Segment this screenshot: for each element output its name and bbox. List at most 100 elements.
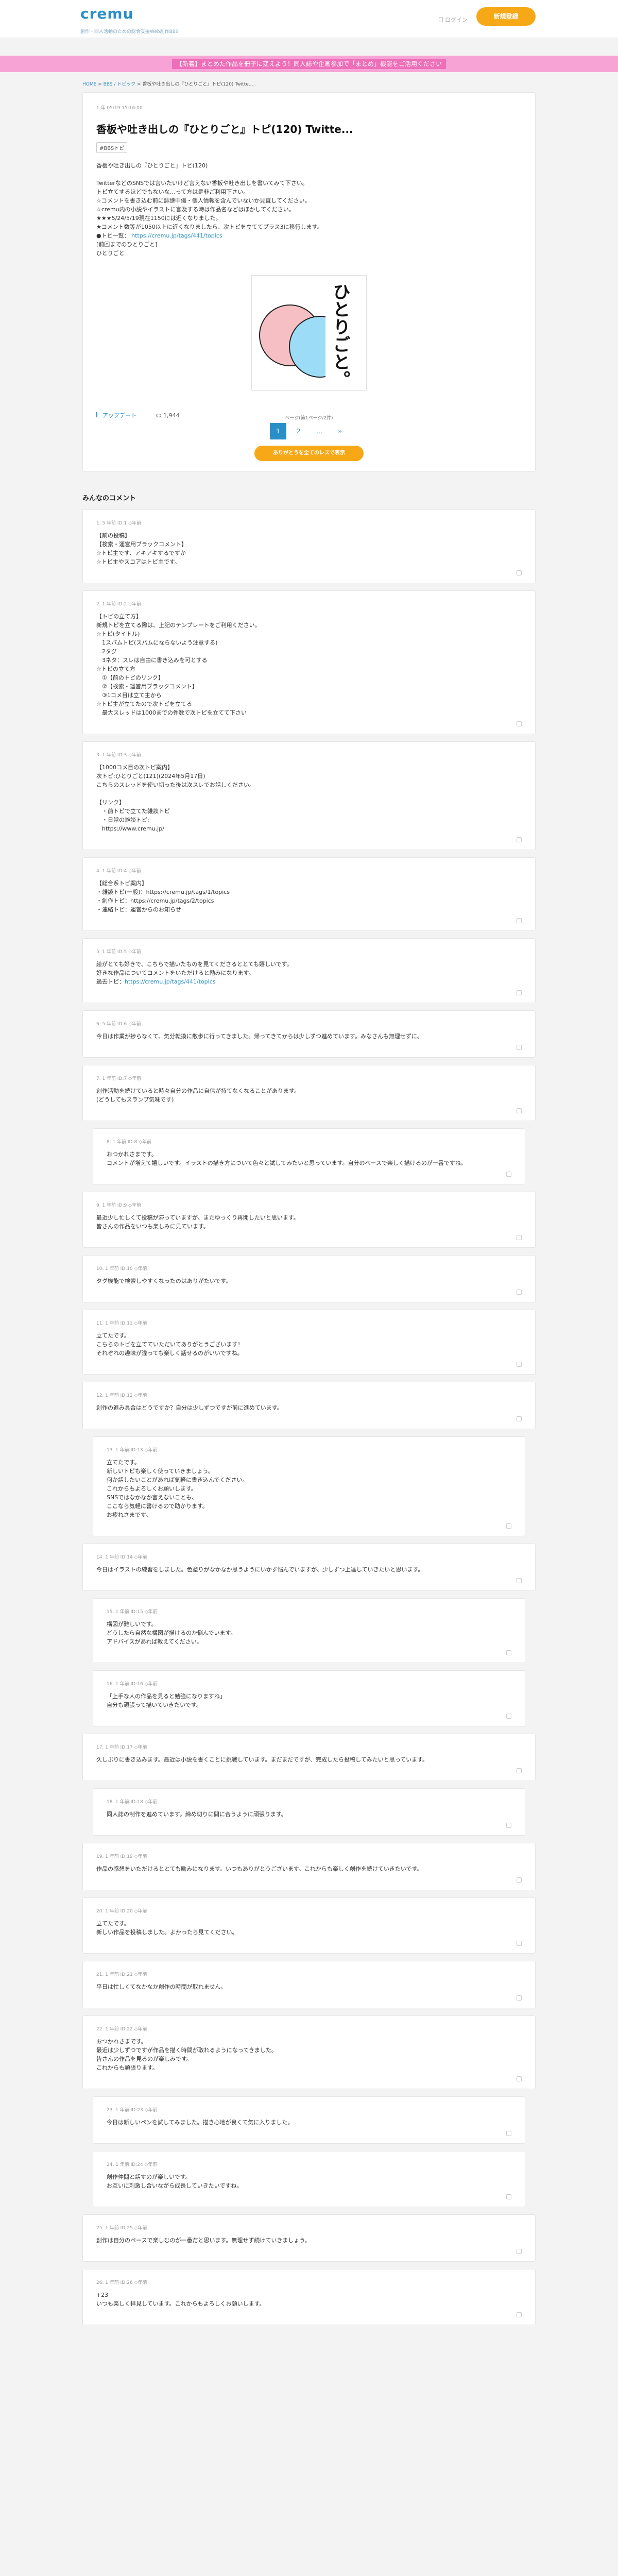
more-options-icon[interactable] [506,2131,511,2136]
comment-text: 同人誌の制作を進めています。締め切りに間に合うように頑張ります。 [107,1811,287,1818]
comment-card: 7. 1 年前 ID:7 ◇年前 創作活動を続けていると時々自分の作品に自信が持て… [82,1065,536,1121]
more-options-icon[interactable] [517,1995,522,2001]
comment-body: 【1000コメ目の次トピ案内】 次トピ:ひとりごと(121)(2024年5月17… [96,763,522,833]
comment-text: 立てたです。 新しい作品を投稿しました。よかったら見てください。 [96,1920,238,1936]
login-link[interactable]: ログイン [439,15,468,24]
comment-footer [107,1519,511,1529]
more-options-icon[interactable] [517,1045,522,1050]
more-options-icon[interactable] [517,1768,522,1773]
comment-card: 21. 1 年前 ID:21 ◇年前 平日は忙しくてなかなか創作の時間が取れません… [82,1961,536,2008]
comment-text: 今日はイラストの練習をしました。色塗りがなかなか思うようにいかず悩んでいますが、… [96,1566,424,1573]
more-options-icon[interactable] [517,1290,522,1295]
more-options-icon[interactable] [517,1108,522,1113]
comment-meta: 17. 1 年前 ID:17 ◇年前 [96,1745,147,1750]
comment-text: 立てたです。 新しいトピも楽しく使っていきましょう。 何か話したいことがあれば気… [107,1459,248,1518]
like-label: アップデート [102,412,136,419]
topic-tag[interactable]: #BBSトピ [96,142,128,153]
comment-text: 「上手な人の作品を見ると勉強になりますね」 自分も頑張って描いていきたいです。 [107,1693,226,1708]
comment-meta: 8. 1 年前 ID:8 ◇年前 [107,1140,152,1145]
comment-footer [107,2190,511,2199]
more-options-icon[interactable] [517,2249,522,2254]
more-options-icon[interactable] [506,1714,511,1719]
comment-link[interactable]: https://cremu.jp/tags/441/topics [125,978,216,985]
comment-text: おつかれさまです。 最近は少しずつですが作品を描く時間が取れるようになってきまし… [96,2038,277,2071]
page-next[interactable]: » [332,423,348,439]
more-options-icon[interactable] [517,2312,522,2317]
breadcrumb-home[interactable]: HOME [82,82,96,87]
more-options-icon[interactable] [517,1578,522,1583]
comment-text: +23 いつも楽しく拝見しています。これからもよろしくお願いします。 [96,2292,265,2307]
comment-footer [96,1231,522,1240]
more-options-icon[interactable] [506,1823,511,1828]
comment-body: 創作仲間と話すのが楽しいです。 お互いに刺激し合いながら成長していきたいですね。 [107,2173,511,2190]
like-button[interactable]: アップデート [96,411,136,419]
comment-footer [96,1937,522,1946]
comment-card: 18. 1 年前 ID:18 ◇年前 同人誌の制作を進めています。締め切りに間に合… [93,1788,525,1836]
comment-footer [96,2308,522,2317]
more-options-icon[interactable] [517,2076,522,2081]
more-options-icon[interactable] [517,1235,522,1240]
more-options-icon[interactable] [517,570,522,575]
comment-text: 久しぶりに書き込みます。最近は小説を書くことに挑戦しています。まだまだですが、完… [96,1756,428,1763]
comment-footer [96,1041,522,1050]
site-tagline: 創作・同人活動のための総合支援Web創作BBS [80,29,179,35]
topics-link[interactable]: https://cremu.jp/tags/441/topics [131,232,222,239]
more-options-icon[interactable] [506,2194,511,2199]
comment-footer [96,2072,522,2081]
more-options-icon[interactable] [517,721,522,726]
comment-card: 5. 1 年前 ID:5 ◇年前 絵がとても好きで、こちらで描いたものを見てくださ… [82,938,536,1003]
comment-footer [96,566,522,575]
more-options-icon[interactable] [506,1523,511,1529]
show-all-button[interactable]: ありがとうを全てのレスで表示 [254,446,364,461]
comment-body: 今日は作業が捗らなくて、気分転換に散歩に行ってきました。帰ってきてからは少しずつ… [96,1032,522,1041]
comment-card: 17. 1 年前 ID:17 ◇年前久しぶりに書き込みます。最近は小説を書くこと… [82,1734,536,1781]
comment-footer [96,1104,522,1113]
comment-meta: 20. 1 年前 ID:20 ◇年前 [96,1909,147,1914]
comment-body: 平日は忙しくてなかなか創作の時間が取れません。 [96,1982,522,1991]
more-options-icon[interactable] [517,1416,522,1421]
comments-heading: みんなのコメント [82,495,136,502]
comment-card: 10. 1 年前 ID:10 ◇年前 タグ機能で検索しやすくなったのはありがたいで… [82,1255,536,1302]
view-count: 1,944 [156,412,180,419]
page-2[interactable]: 2 [290,423,307,439]
breadcrumb-category[interactable]: BBS / トピック [104,82,136,87]
comment-footer [107,1646,511,1655]
comment-body: おつかれさまです。 最近は少しずつですが作品を描く時間が取れるようになってきまし… [96,2037,522,2072]
more-options-icon[interactable] [517,837,522,842]
comment-body: 創作活動を続けていると時々自分の作品に自信が持てなくなることがあります。 (どう… [96,1087,522,1104]
site-logo[interactable]: cremu [80,5,134,22]
comment-card: 14. 1 年前 ID:14 ◇年前今日はイラストの練習をしました。色塗りがなか… [82,1544,536,1591]
comment-meta: 14. 1 年前 ID:14 ◇年前 [96,1555,147,1560]
signup-button[interactable]: 新規登録 [476,7,536,26]
view-count-value: 1,944 [163,412,180,419]
comment-meta: 13. 1 年前 ID:13 ◇年前 [107,1448,158,1453]
announcement-text: 【新着】まとめた作品を冊子に変えよう！同人誌や企画参加で「まとめ」機能をご活用く… [171,59,446,69]
announcement-banner[interactable]: 【新着】まとめた作品を冊子に変えよう！同人誌や企画参加で「まとめ」機能をご活用く… [0,56,618,72]
comment-footer [96,2245,522,2254]
comment-card: 2. 1 年前 ID:2 ◇年前 【トピの立て方】 新規トピを立てる際は、上記のテ… [82,590,536,734]
description-tail: [前回までのひとりごと] ひとりごと [96,241,158,257]
more-options-icon[interactable] [506,1650,511,1655]
more-options-icon[interactable] [506,1172,511,1177]
comment-card: 8. 1 年前 ID:8 ◇年前 おつかれさまです。 コメントが増えて嬉しいです。… [93,1128,525,1184]
more-options-icon[interactable] [517,918,522,923]
comment-meta: 24. 1 年前 ID:24 ◇年前 [107,2162,158,2167]
comment-card: 24. 1 年前 ID:24 ◇年前創作仲間と話すのが楽しいです。 お互いに刺激… [93,2151,525,2207]
comment-meta: 6. 5 年前 ID:6 ◇年前 [96,1022,142,1027]
comment-meta: 9. 1 年前 ID:9 ◇年前 [96,1203,142,1208]
more-options-icon[interactable] [517,1877,522,1883]
comment-footer [96,914,522,923]
comment-meta: 15. 1 年前 ID:15 ◇年前 [107,1609,158,1615]
more-options-icon[interactable] [517,1941,522,1946]
comment-text: 今日は新しいペンを試してみました。描き心地が良くて気に入りました。 [107,2119,294,2126]
more-options-icon[interactable] [517,990,522,995]
comment-body: 作品の感想をいただけるととても励みになります。いつもありがとうございます。これか… [96,1865,522,1873]
comment-text: 【トピの立て方】 新規トピを立てる際は、上記のテンプレートをご利用ください。 ☆… [96,613,261,716]
more-options-icon[interactable] [517,1362,522,1367]
comment-meta: 12. 1 年前 ID:12 ◇年前 [96,1393,147,1398]
comment-body: +23 いつも楽しく拝見しています。これからもよろしくお願いします。 [96,2291,522,2308]
comment-card: 4. 1 年前 ID:4 ◇年前 【総合系トピ案内】 ・雑談トピ(一般)：http… [82,857,536,931]
page-1[interactable]: 1 [270,423,286,439]
comment-footer [96,1412,522,1421]
comment-footer [96,1574,522,1583]
